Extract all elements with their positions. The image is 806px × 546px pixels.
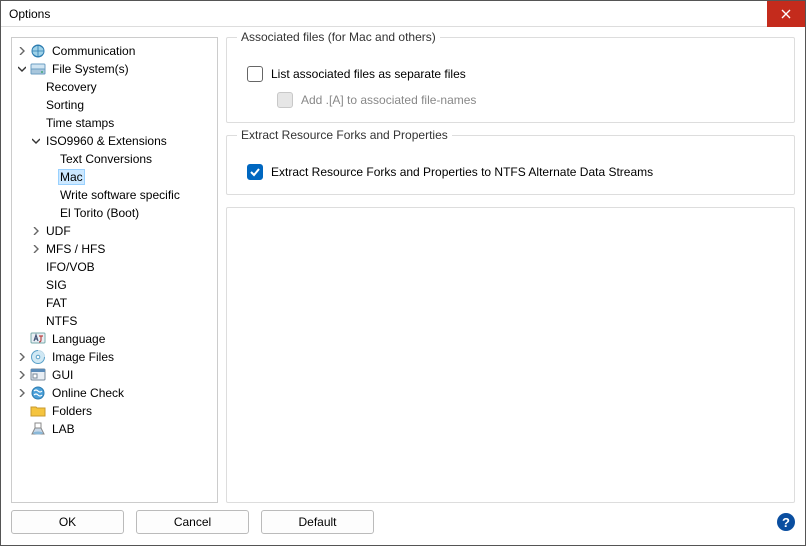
checkbox-extract-forks[interactable]: Extract Resource Forks and Properties to… <box>247 164 780 180</box>
ok-button[interactable]: OK <box>11 510 124 534</box>
cancel-button[interactable]: Cancel <box>136 510 249 534</box>
lab-icon <box>30 421 46 437</box>
tree-item-ifo-vob[interactable]: IFO/VOB <box>30 258 217 276</box>
titlebar: Options <box>1 1 805 27</box>
tree-item-iso9960[interactable]: ISO9960 & Extensions <box>30 132 217 150</box>
folder-icon <box>30 403 46 419</box>
drive-icon <box>30 61 46 77</box>
help-button[interactable]: ? <box>777 513 795 531</box>
globe-check-icon <box>30 385 46 401</box>
tree-item-communication[interactable]: Communication <box>16 42 217 60</box>
tree-item-folders[interactable]: Folders <box>16 402 217 420</box>
group-title: Extract Resource Forks and Properties <box>237 128 452 142</box>
chevron-right-icon[interactable] <box>16 45 28 57</box>
default-button[interactable]: Default <box>261 510 374 534</box>
chevron-right-icon[interactable] <box>30 243 42 255</box>
tree-item-sig[interactable]: SIG <box>30 276 217 294</box>
tree-item-language[interactable]: Language <box>16 330 217 348</box>
tree-item-mac[interactable]: Mac <box>44 168 217 186</box>
tree-item-udf[interactable]: UDF <box>30 222 217 240</box>
tree-item-online-check[interactable]: Online Check <box>16 384 217 402</box>
category-tree[interactable]: Communication File System(s) Recovery So… <box>11 37 218 503</box>
checkbox-list-associated[interactable]: List associated files as separate files <box>247 66 780 82</box>
window-title: Options <box>9 7 50 21</box>
settings-panel: Associated files (for Mac and others) Li… <box>226 37 795 503</box>
group-associated-files: Associated files (for Mac and others) Li… <box>226 37 795 123</box>
globe-icon <box>30 43 46 59</box>
gui-icon <box>30 367 46 383</box>
tree-item-gui[interactable]: GUI <box>16 366 217 384</box>
chevron-right-icon[interactable] <box>16 387 28 399</box>
close-icon <box>781 9 791 19</box>
options-dialog: Options Communication <box>0 0 806 546</box>
chevron-right-icon[interactable] <box>16 351 28 363</box>
tree-item-sorting[interactable]: Sorting <box>30 96 217 114</box>
tree-item-text-conversions[interactable]: Text Conversions <box>44 150 217 168</box>
dialog-footer: OK Cancel Default ? <box>1 507 805 545</box>
chevron-down-icon[interactable] <box>16 63 28 75</box>
tree-item-image-files[interactable]: Image Files <box>16 348 217 366</box>
language-icon <box>30 331 46 347</box>
tree-item-el-torito[interactable]: El Torito (Boot) <box>44 204 217 222</box>
tree-item-write-software[interactable]: Write software specific <box>44 186 217 204</box>
checkbox-icon[interactable] <box>247 164 263 180</box>
tree-item-mfs-hfs[interactable]: MFS / HFS <box>30 240 217 258</box>
group-title: Associated files (for Mac and others) <box>237 30 440 44</box>
tree-item-ntfs[interactable]: NTFS <box>30 312 217 330</box>
checkbox-icon <box>277 92 293 108</box>
checkbox-icon[interactable] <box>247 66 263 82</box>
tree-item-recovery[interactable]: Recovery <box>30 78 217 96</box>
tree-item-fat[interactable]: FAT <box>30 294 217 312</box>
tree-item-time-stamps[interactable]: Time stamps <box>30 114 217 132</box>
disc-icon <box>30 349 46 365</box>
empty-panel <box>226 207 795 503</box>
checkbox-add-a-suffix: Add .[A] to associated file-names <box>277 92 780 108</box>
tree-item-lab[interactable]: LAB <box>16 420 217 438</box>
chevron-right-icon[interactable] <box>30 225 42 237</box>
chevron-right-icon[interactable] <box>16 369 28 381</box>
chevron-down-icon[interactable] <box>30 135 42 147</box>
close-button[interactable] <box>767 1 805 27</box>
group-resource-forks: Extract Resource Forks and Properties Ex… <box>226 135 795 195</box>
tree-item-file-systems[interactable]: File System(s) <box>16 60 217 78</box>
